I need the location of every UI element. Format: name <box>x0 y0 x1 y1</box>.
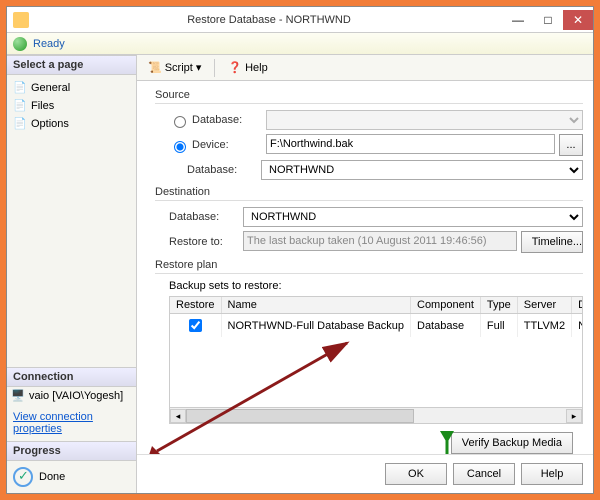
restore-to-input <box>243 231 517 251</box>
col-component[interactable]: Component <box>411 297 481 314</box>
dest-db-label: Database: <box>169 211 243 223</box>
timeline-button[interactable]: Timeline... <box>521 231 583 253</box>
col-type[interactable]: Type <box>480 297 517 314</box>
connection-header: Connection <box>7 367 136 387</box>
help-button[interactable]: ❓Help <box>223 58 272 77</box>
separator <box>214 59 215 77</box>
browse-device-button[interactable]: ... <box>559 134 583 156</box>
done-icon <box>13 467 33 487</box>
restore-to-label: Restore to: <box>169 236 243 248</box>
server-icon: 🖥️ <box>11 389 25 403</box>
verify-backup-button[interactable]: Verify Backup Media <box>451 432 573 454</box>
destination-group: Destination Database: NORTHWND Restore t… <box>155 186 583 253</box>
restore-checkbox[interactable] <box>189 319 202 332</box>
script-button[interactable]: 📜Script▾ <box>143 58 206 77</box>
status-bar: Ready <box>7 33 593 55</box>
source-device-label: Device: <box>192 139 266 151</box>
cell-component: Database <box>411 314 481 338</box>
backup-sets-label: Backup sets to restore: <box>169 280 583 292</box>
source-db2-select[interactable]: NORTHWND <box>261 160 583 180</box>
progress-text: Done <box>39 471 65 483</box>
page-icon: 📄 <box>13 81 27 95</box>
cell-type: Full <box>480 314 517 338</box>
source-db2-label: Database: <box>187 164 261 176</box>
backup-sets-table: Restore Name Component Type Server Datab… <box>169 296 583 408</box>
toolbar: 📜Script▾ ❓Help <box>137 55 593 81</box>
status-text: Ready <box>33 38 65 50</box>
sidebar-item-options[interactable]: 📄Options <box>9 115 134 133</box>
window-title: Restore Database - NORTHWND <box>35 14 503 26</box>
connection-value: 🖥️vaio [VAIO\Yogesh] <box>7 387 136 405</box>
sidebar: Select a page 📄General 📄Files 📄Options C… <box>7 55 137 493</box>
progress-header: Progress <box>7 441 136 461</box>
scroll-left-arrow[interactable]: ◂ <box>170 409 186 423</box>
horizontal-scrollbar[interactable]: ◂ ▸ <box>169 408 583 424</box>
dest-db-select[interactable]: NORTHWND <box>243 207 583 227</box>
sidebar-item-files[interactable]: 📄Files <box>9 97 134 115</box>
close-button[interactable]: ✕ <box>563 10 593 30</box>
source-database-select <box>266 110 583 130</box>
source-title: Source <box>155 89 583 104</box>
scroll-thumb[interactable] <box>186 409 414 423</box>
dialog-footer: OK Cancel Help <box>137 454 593 493</box>
maximize-button[interactable]: □ <box>533 10 563 30</box>
page-icon: 📄 <box>13 117 27 131</box>
cell-database: NORTHWND <box>572 314 583 338</box>
titlebar: Restore Database - NORTHWND — □ ✕ <box>7 7 593 33</box>
col-server[interactable]: Server <box>517 297 571 314</box>
col-restore[interactable]: Restore <box>170 297 221 314</box>
cell-server: TTLVM2 <box>517 314 571 338</box>
restore-plan-group: Restore plan Backup sets to restore: Res… <box>155 259 583 424</box>
status-icon <box>13 37 27 51</box>
help-icon: ❓ <box>228 61 242 74</box>
table-row[interactable]: NORTHWND-Full Database Backup Database F… <box>170 314 583 338</box>
source-group: Source Database: Device: ... <box>155 89 583 180</box>
source-database-label: Database: <box>192 114 266 126</box>
chevron-down-icon: ▾ <box>196 61 202 74</box>
ok-button[interactable]: OK <box>385 463 447 485</box>
view-connection-link[interactable]: View connection properties <box>7 405 136 441</box>
destination-title: Destination <box>155 186 583 201</box>
help-button[interactable]: Help <box>521 463 583 485</box>
script-icon: 📜 <box>148 61 162 74</box>
sidebar-item-general[interactable]: 📄General <box>9 79 134 97</box>
page-icon: 📄 <box>13 99 27 113</box>
cancel-button[interactable]: Cancel <box>453 463 515 485</box>
col-name[interactable]: Name <box>221 297 410 314</box>
progress-indicator: Done <box>7 461 136 493</box>
source-database-radio[interactable] <box>174 116 186 128</box>
restore-plan-title: Restore plan <box>155 259 583 274</box>
source-device-radio[interactable] <box>174 141 186 153</box>
scroll-right-arrow[interactable]: ▸ <box>566 409 582 423</box>
device-path-input[interactable] <box>266 134 555 154</box>
restore-database-window: Restore Database - NORTHWND — □ ✕ Ready … <box>6 6 594 494</box>
app-icon <box>13 12 29 28</box>
col-database[interactable]: Database <box>572 297 583 314</box>
minimize-button[interactable]: — <box>503 10 533 30</box>
cell-name: NORTHWND-Full Database Backup <box>221 314 410 338</box>
select-page-header: Select a page <box>7 55 136 75</box>
